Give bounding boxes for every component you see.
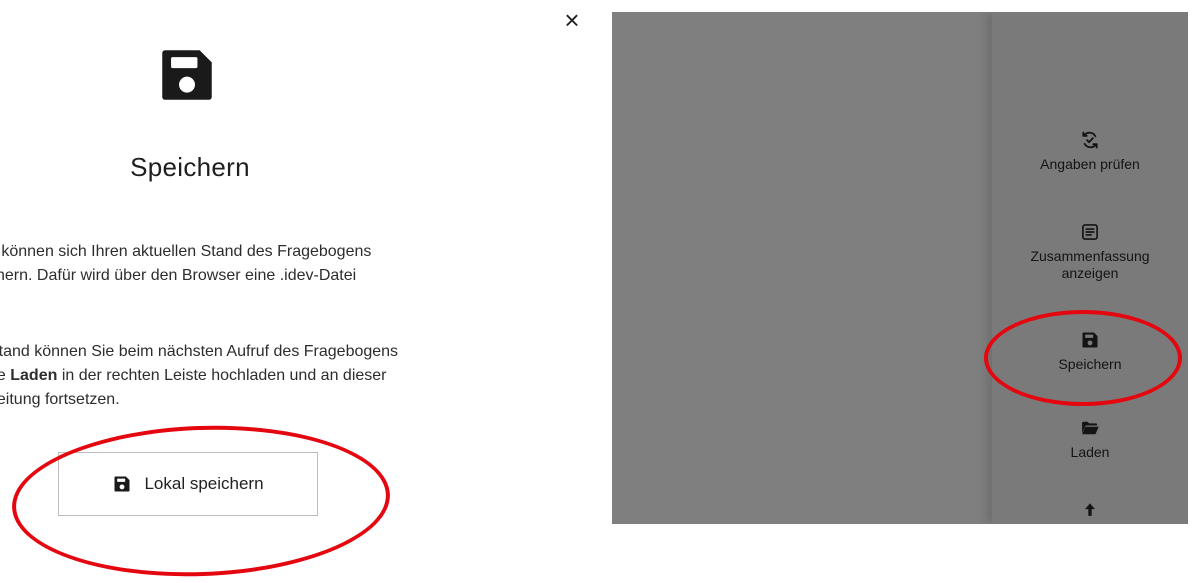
sidebar-item-label: Laden xyxy=(1070,444,1110,460)
hint-text: in der rechten Leiste hochladen und an d… xyxy=(57,367,387,384)
hint-line: Stand können Sie beim nächsten Aufruf de… xyxy=(0,343,399,360)
arrow-up-icon xyxy=(1085,503,1095,516)
sidebar-item-label: Zusammenfassung xyxy=(1030,248,1150,264)
sidebar-item-show-summary[interactable]: Zusammenfassung anzeigen xyxy=(992,222,1188,282)
hint-line: he Laden in der rechten Leiste hochladen… xyxy=(0,364,408,388)
close-icon[interactable]: × xyxy=(558,6,586,34)
sidebar-item-check-inputs[interactable]: Angaben prüfen xyxy=(992,130,1188,173)
hint-line: beitung fortsetzen. xyxy=(0,391,120,408)
sidebar-item-label: Speichern xyxy=(1058,356,1122,372)
floppy-disk-icon xyxy=(114,476,130,492)
sidebar-item-save[interactable]: Speichern xyxy=(992,330,1188,373)
button-label: Lokal speichern xyxy=(144,474,264,493)
app-screenshot: Angaben prüfen Zusammenfassung anzeigen … xyxy=(612,12,1188,524)
refresh-check-icon xyxy=(1082,131,1098,149)
document-list-icon xyxy=(1082,224,1098,240)
dialog-title: Speichern xyxy=(130,152,250,182)
sidebar-item-load[interactable]: Laden xyxy=(992,418,1188,461)
description-line: chern. Dafür wird über den Browser eine … xyxy=(0,267,357,284)
hint-text: he xyxy=(0,367,6,384)
laden-keyword: Laden xyxy=(10,367,58,384)
floppy-disk-icon xyxy=(1082,332,1098,348)
dialog-load-hint: Stand können Sie beim nächsten Aufruf de… xyxy=(0,340,408,412)
folder-open-icon xyxy=(1082,421,1099,435)
main-content-overlay xyxy=(612,12,992,524)
sidebar-item-label: anzeigen xyxy=(1061,265,1119,281)
save-locally-button[interactable]: Lokal speichern xyxy=(58,452,318,516)
save-dialog: × Speichern e können sich Ihren aktuelle… xyxy=(0,0,600,566)
sidebar-item-label: Angaben prüfen xyxy=(1040,156,1140,172)
right-sidebar: Angaben prüfen Zusammenfassung anzeigen … xyxy=(992,12,1188,524)
floppy-disk-icon xyxy=(154,42,220,108)
sidebar-item-scroll-up[interactable] xyxy=(992,500,1188,524)
dialog-description: e können sich Ihren aktuellen Stand des … xyxy=(0,240,408,288)
description-line: e können sich Ihren aktuellen Stand des … xyxy=(0,243,372,260)
